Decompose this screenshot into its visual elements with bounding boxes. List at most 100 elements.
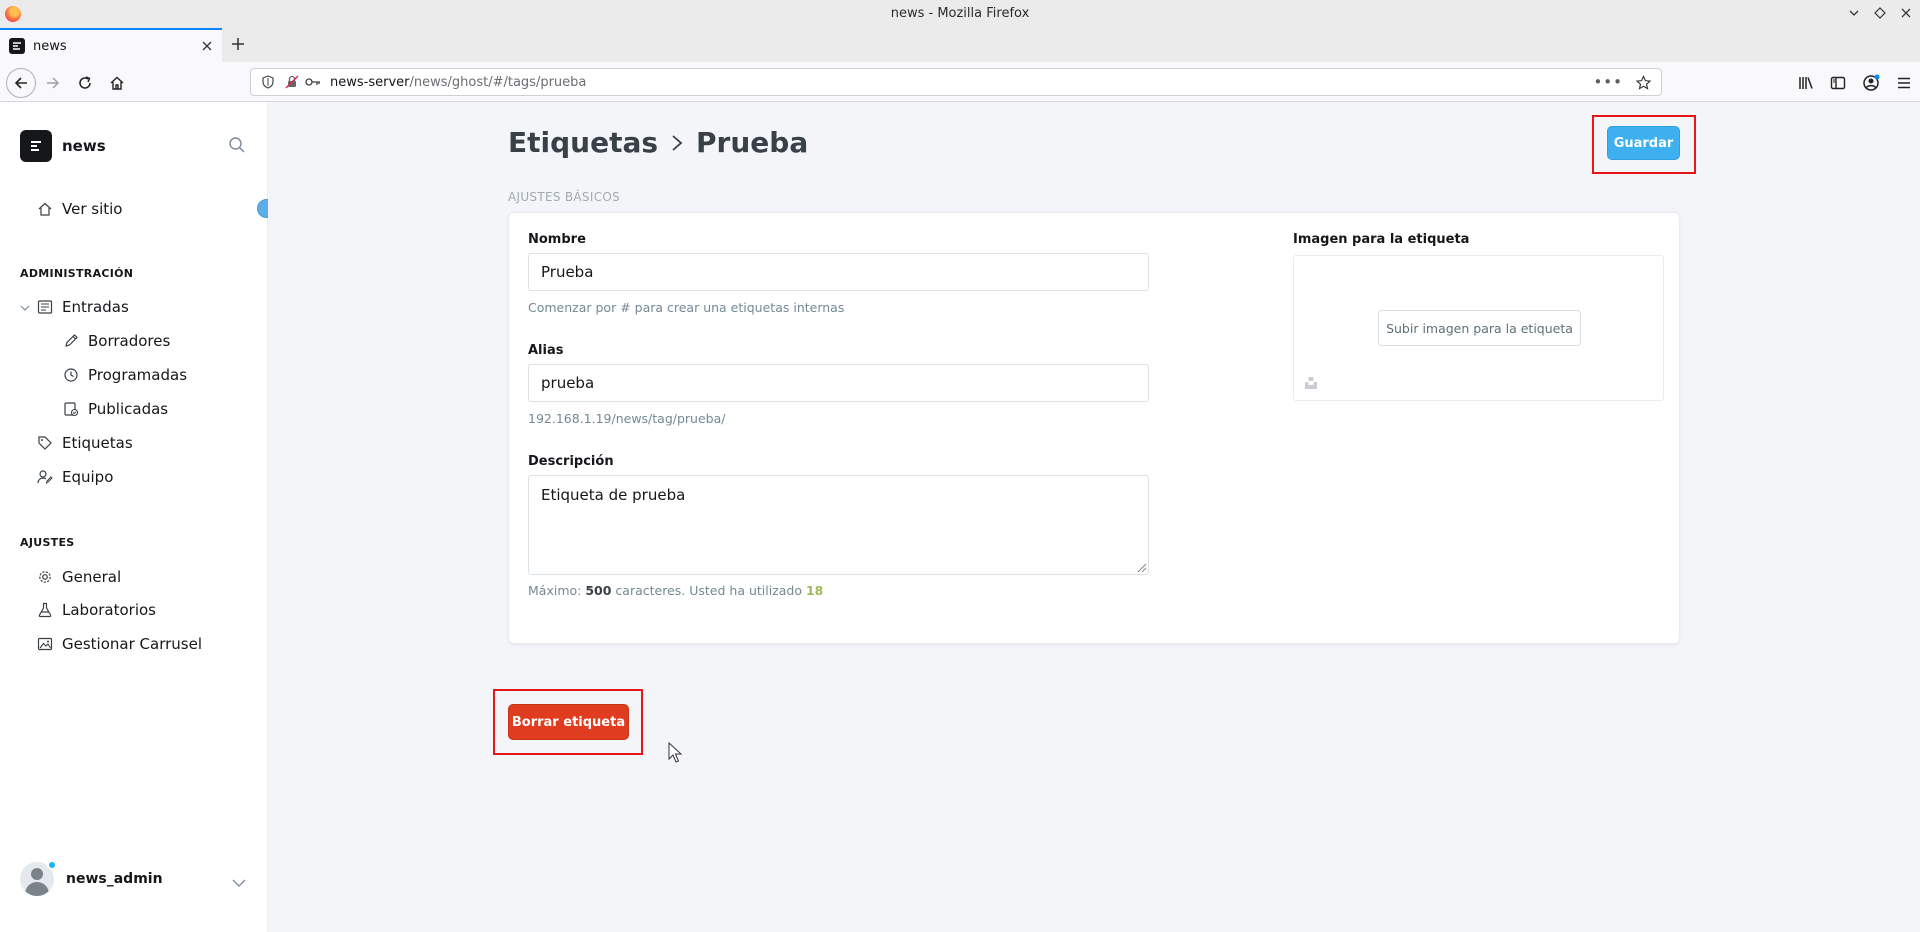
- image-uploader: Subir imagen para la etiqueta: [1293, 255, 1664, 401]
- sidebar-item-drafts[interactable]: Borradores: [62, 332, 170, 350]
- maximize-icon[interactable]: [1872, 5, 1888, 21]
- library-icon[interactable]: [1798, 75, 1814, 91]
- shield-icon[interactable]: [261, 75, 275, 89]
- page-actions-icon[interactable]: •••: [1593, 73, 1623, 91]
- hint-count: 18: [805, 583, 824, 598]
- sidebar-item-label: Entradas: [62, 298, 129, 316]
- settings-section-heading: AJUSTES: [20, 536, 75, 549]
- sidebar-item-carousel[interactable]: Gestionar Carrusel: [36, 635, 202, 653]
- new-tab-icon[interactable]: [230, 36, 246, 52]
- notification-dot: [47, 860, 57, 870]
- hint-prefix: Máximo:: [528, 583, 582, 598]
- brand[interactable]: news: [20, 130, 106, 162]
- chevron-down-icon[interactable]: [232, 878, 246, 888]
- tab-close-icon[interactable]: [202, 41, 212, 51]
- slug-label: Alias: [528, 343, 564, 358]
- admin-section-heading: ADMINISTRACIÓN: [20, 267, 134, 280]
- upload-image-button[interactable]: Subir imagen para la etiqueta: [1378, 310, 1581, 346]
- main-content: Etiquetas Prueba Guardar AJUSTES BÁSICOS…: [268, 102, 1920, 932]
- breadcrumb-parent[interactable]: Etiquetas: [508, 126, 658, 159]
- sidebar-item-scheduled[interactable]: Programadas: [62, 366, 187, 384]
- forward-button[interactable]: [40, 70, 66, 96]
- sidebar-item-general[interactable]: General: [36, 568, 121, 586]
- image-label: Imagen para la etiqueta: [1293, 232, 1470, 247]
- name-input[interactable]: [528, 253, 1149, 291]
- home-icon: [110, 76, 124, 90]
- tag-icon: [36, 434, 54, 452]
- name-label: Nombre: [528, 232, 586, 247]
- close-window-icon[interactable]: [1898, 5, 1914, 21]
- sidebar-item-label: Gestionar Carrusel: [62, 635, 202, 653]
- breadcrumb-chevron-icon: [670, 134, 684, 152]
- minimize-icon[interactable]: [1846, 5, 1862, 21]
- insecure-lock-icon[interactable]: [285, 75, 299, 89]
- hint-max: 500: [585, 583, 612, 598]
- account-icon[interactable]: [1862, 74, 1880, 92]
- resize-handle-icon[interactable]: [1137, 563, 1147, 573]
- key-icon[interactable]: [305, 75, 321, 89]
- window-titlebar: news - Mozilla Firefox: [0, 0, 1920, 28]
- description-hint: Máximo: 500 caracteres. Usted ha utiliza…: [528, 583, 823, 598]
- sidebar-item-staff[interactable]: Equipo: [36, 468, 113, 486]
- sidebar-item-label: Laboratorios: [62, 601, 156, 619]
- sidebar-item-published[interactable]: Publicadas: [62, 400, 168, 418]
- sidebar-item-posts[interactable]: Entradas: [36, 298, 129, 316]
- sidebar-item-label: Programadas: [88, 366, 188, 384]
- admin-sidebar: news Ver sitio ADMINISTRACIÓN Entradas B…: [0, 102, 268, 932]
- save-button[interactable]: Guardar: [1607, 126, 1680, 160]
- back-arrow-icon: [14, 77, 27, 89]
- sidebar-item-label: Equipo: [62, 468, 114, 486]
- sidebar-item-view-site[interactable]: Ver sitio: [36, 200, 122, 218]
- forward-arrow-icon: [47, 77, 60, 89]
- sidebar-item-label: Publicadas: [88, 400, 169, 418]
- description-label: Descripción: [528, 454, 614, 469]
- description-textarea[interactable]: Etiqueta de prueba: [528, 475, 1149, 575]
- hint-middle: caracteres. Usted ha utilizado: [615, 583, 802, 598]
- unsplash-icon[interactable]: [1304, 376, 1318, 390]
- reload-button[interactable]: [72, 70, 98, 96]
- user-menu[interactable]: news_admin: [20, 860, 163, 896]
- back-button[interactable]: [6, 68, 36, 98]
- tag-settings-card: Nombre Comenzar por # para crear una eti…: [508, 212, 1680, 644]
- image-icon: [36, 635, 54, 653]
- sidebar-item-labs[interactable]: Laboratorios: [36, 601, 156, 619]
- user-name: news_admin: [66, 871, 163, 887]
- ghost-favicon-icon: [9, 38, 25, 54]
- url-text[interactable]: news-server/news/ghost/#/tags/prueba: [330, 75, 586, 90]
- sidebar-item-tags[interactable]: Etiquetas: [36, 434, 133, 452]
- url-path: /news/ghost/#/tags/prueba: [409, 75, 587, 90]
- tab-strip: news: [0, 28, 1920, 62]
- sidebar-item-label: Etiquetas: [62, 434, 133, 452]
- sidebar-item-label: General: [62, 568, 122, 586]
- name-hint: Comenzar por # para crear una etiquetas …: [528, 300, 845, 315]
- slug-input[interactable]: [528, 364, 1149, 402]
- mouse-cursor-icon: [668, 742, 682, 764]
- menu-icon[interactable]: [1896, 75, 1912, 91]
- site-name: news: [62, 137, 106, 155]
- home-button[interactable]: [104, 70, 130, 96]
- url-bar[interactable]: news-server/news/ghost/#/tags/prueba •••: [250, 68, 1662, 96]
- tab-news[interactable]: news: [0, 28, 222, 62]
- window-title: news - Mozilla Firefox: [890, 6, 1030, 21]
- clock-icon: [62, 366, 80, 384]
- navigation-toolbar: news-server/news/ghost/#/tags/prueba •••: [0, 62, 1920, 102]
- site-logo-icon: [20, 130, 52, 162]
- gear-icon: [36, 568, 54, 586]
- bookmark-star-icon[interactable]: [1636, 75, 1651, 90]
- user-edit-icon: [36, 468, 54, 486]
- sidebar-toggle-icon[interactable]: [1830, 75, 1846, 91]
- chevron-down-icon[interactable]: [20, 303, 30, 313]
- tab-label: news: [33, 38, 67, 54]
- sidebar-item-label: Borradores: [88, 332, 171, 350]
- search-icon[interactable]: [228, 136, 246, 154]
- slug-url: 192.168.1.19/news/tag/prueba/: [528, 411, 726, 426]
- flask-icon: [36, 601, 54, 619]
- posts-icon: [36, 298, 54, 316]
- breadcrumb-current: Prueba: [696, 126, 809, 159]
- url-host: news-server: [330, 75, 410, 90]
- pencil-icon: [62, 332, 80, 350]
- sidebar-item-label: Ver sitio: [62, 200, 123, 218]
- delete-tag-button[interactable]: Borrar etiqueta: [508, 704, 629, 740]
- published-icon: [62, 400, 80, 418]
- page-title: Etiquetas Prueba: [508, 126, 808, 159]
